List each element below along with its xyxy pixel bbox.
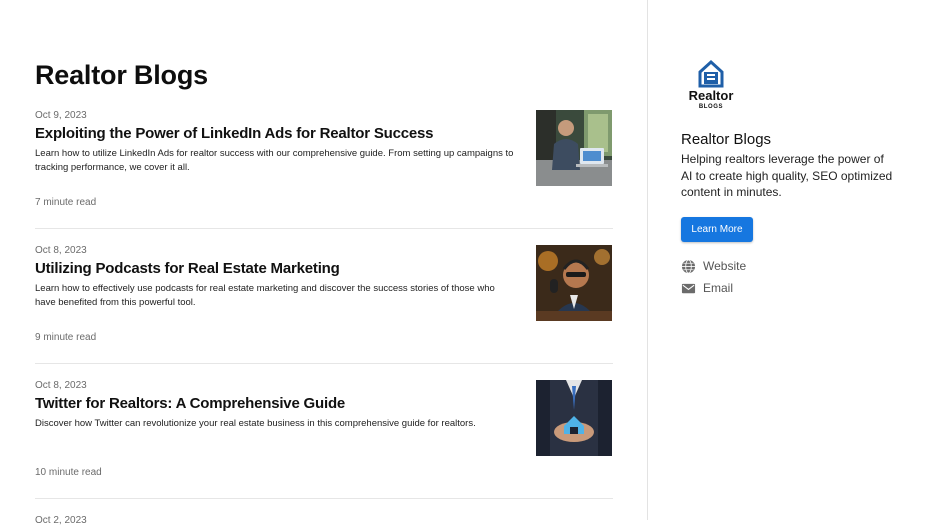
article-title[interactable]: Exploiting the Power of LinkedIn Ads for… <box>35 125 525 142</box>
article-divider <box>35 228 613 229</box>
article-thumbnail-laptop-man[interactable] <box>536 110 612 186</box>
website-link-label: Website <box>703 259 747 273</box>
article-divider <box>35 498 613 499</box>
article-title[interactable]: Utilizing Podcasts for Real Estate Marke… <box>35 260 525 277</box>
article-description: Discover how Twitter can revolutionize y… <box>35 418 476 429</box>
email-link[interactable]: Email <box>681 279 733 297</box>
mail-icon <box>681 283 696 293</box>
article-description: Learn how to utilize LinkedIn Ads for re… <box>35 148 514 173</box>
svg-text:Realtor: Realtor <box>689 88 734 103</box>
sidebar-description: Helping realtors leverage the power of A… <box>681 152 893 199</box>
article-thumbnail-house-model[interactable] <box>536 380 612 456</box>
sidebar-title: Realtor Blogs <box>681 131 772 148</box>
sidebar: Realtor BLOGS Realtor Blogs Helping real… <box>648 0 925 520</box>
article-date: Oct 8, 2023 <box>35 380 87 391</box>
article-title[interactable]: Twitter for Realtors: A Comprehensive Gu… <box>35 395 525 412</box>
article-date: Oct 9, 2023 <box>35 110 87 121</box>
article-thumbnail-podcast-host[interactable] <box>536 245 612 321</box>
article-read-time: 7 minute read <box>35 197 97 208</box>
svg-text:BLOGS: BLOGS <box>699 104 723 110</box>
main-content: Realtor Blogs Oct 9, 2023 Exploiting the… <box>0 0 648 526</box>
realtor-blogs-logo: Realtor BLOGS <box>684 58 738 110</box>
article-read-time: 10 minute read <box>35 467 102 478</box>
page-title: Realtor Blogs <box>35 60 208 90</box>
article-description: Learn how to effectively use podcasts fo… <box>35 283 495 308</box>
article-date: Oct 8, 2023 <box>35 245 87 256</box>
article-divider <box>35 363 613 364</box>
email-link-label: Email <box>703 281 734 295</box>
article-read-time: 9 minute read <box>35 332 97 343</box>
website-link[interactable]: Website <box>681 257 746 275</box>
learn-more-button[interactable]: Learn More <box>681 217 753 242</box>
article-date: Oct 2, 2023 <box>35 515 87 526</box>
globe-icon <box>681 259 696 273</box>
